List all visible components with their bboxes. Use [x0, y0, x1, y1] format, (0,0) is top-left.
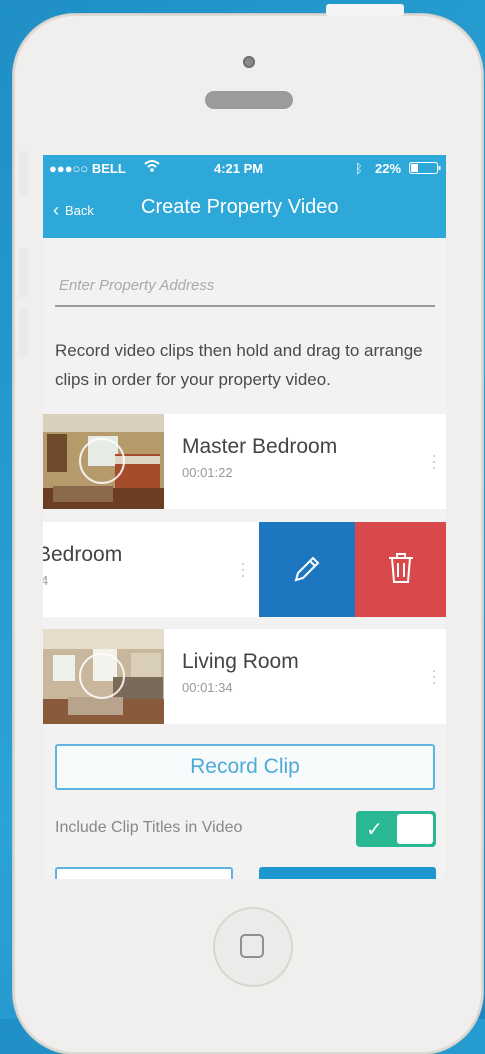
- check-icon: ✓: [366, 819, 383, 841]
- carrier-label: ●●●○○ BELL: [49, 161, 126, 176]
- clock: 4:21 PM: [214, 161, 264, 176]
- clip-title: Master Bedroom: [182, 435, 338, 458]
- drag-handle-icon[interactable]: · · ·: [431, 446, 437, 476]
- instructions-text: Record video clips then hold and drag to…: [55, 341, 423, 389]
- property-address-input[interactable]: [55, 265, 435, 305]
- earpiece-speaker: [205, 91, 293, 109]
- back-label: Back: [65, 203, 94, 218]
- battery-icon: [409, 162, 441, 177]
- clip-duration: 00:01:34: [182, 680, 233, 695]
- edit-clip-button[interactable]: [259, 522, 355, 617]
- clip-duration: 00:01:22: [182, 465, 233, 480]
- app-screen: ●●●○○ BELL 4:21 PM ᛒ 22% ‹ Back Create Pr…: [43, 155, 446, 879]
- front-camera: [243, 56, 255, 68]
- battery-percent: 22%: [375, 161, 402, 176]
- clip-title: Bedroom: [43, 543, 123, 566]
- address-field-wrapper: [55, 265, 435, 307]
- home-square-icon: [240, 934, 264, 958]
- pencil-icon: [294, 556, 320, 582]
- clip-row-master-bedroom[interactable]: Master Bedroom 00:01:22 · · ·: [43, 414, 446, 509]
- drag-handle-icon[interactable]: · · ·: [431, 661, 437, 691]
- status-bar: ●●●○○ BELL 4:21 PM ᛒ 22%: [43, 155, 446, 181]
- play-icon: [79, 438, 125, 484]
- drag-handle-icon[interactable]: · · ·: [240, 554, 246, 584]
- home-button[interactable]: [213, 907, 293, 987]
- record-clip-button[interactable]: Record Clip: [55, 744, 435, 790]
- trash-icon: [389, 553, 413, 583]
- back-button[interactable]: ‹ Back: [53, 199, 94, 220]
- secondary-button[interactable]: [55, 867, 233, 879]
- power-button: [326, 4, 404, 16]
- clip-row-living-room[interactable]: Living Room 00:01:34 · · ·: [43, 629, 446, 724]
- clip-title: Living Room: [182, 650, 299, 673]
- wifi-icon: [144, 159, 160, 176]
- include-titles-toggle[interactable]: ✓: [356, 811, 436, 847]
- delete-clip-button[interactable]: [355, 522, 446, 617]
- nav-bar: ‹ Back Create Property Video: [43, 181, 446, 238]
- volume-up-button: [19, 248, 28, 298]
- page-title: Create Property Video: [141, 196, 339, 218]
- include-titles-label: Include Clip Titles in Video: [55, 819, 243, 836]
- clip-thumbnail[interactable]: [43, 414, 164, 509]
- volume-down-button: [19, 308, 28, 358]
- toggle-knob: [397, 814, 433, 844]
- clip-duration: 4: [43, 573, 49, 588]
- bluetooth-icon: ᛒ: [355, 161, 363, 176]
- primary-button[interactable]: [259, 867, 436, 879]
- clip-thumbnail[interactable]: [43, 629, 164, 724]
- play-icon: [79, 653, 125, 699]
- mute-switch: [19, 151, 28, 195]
- chevron-left-icon: ‹: [53, 200, 59, 220]
